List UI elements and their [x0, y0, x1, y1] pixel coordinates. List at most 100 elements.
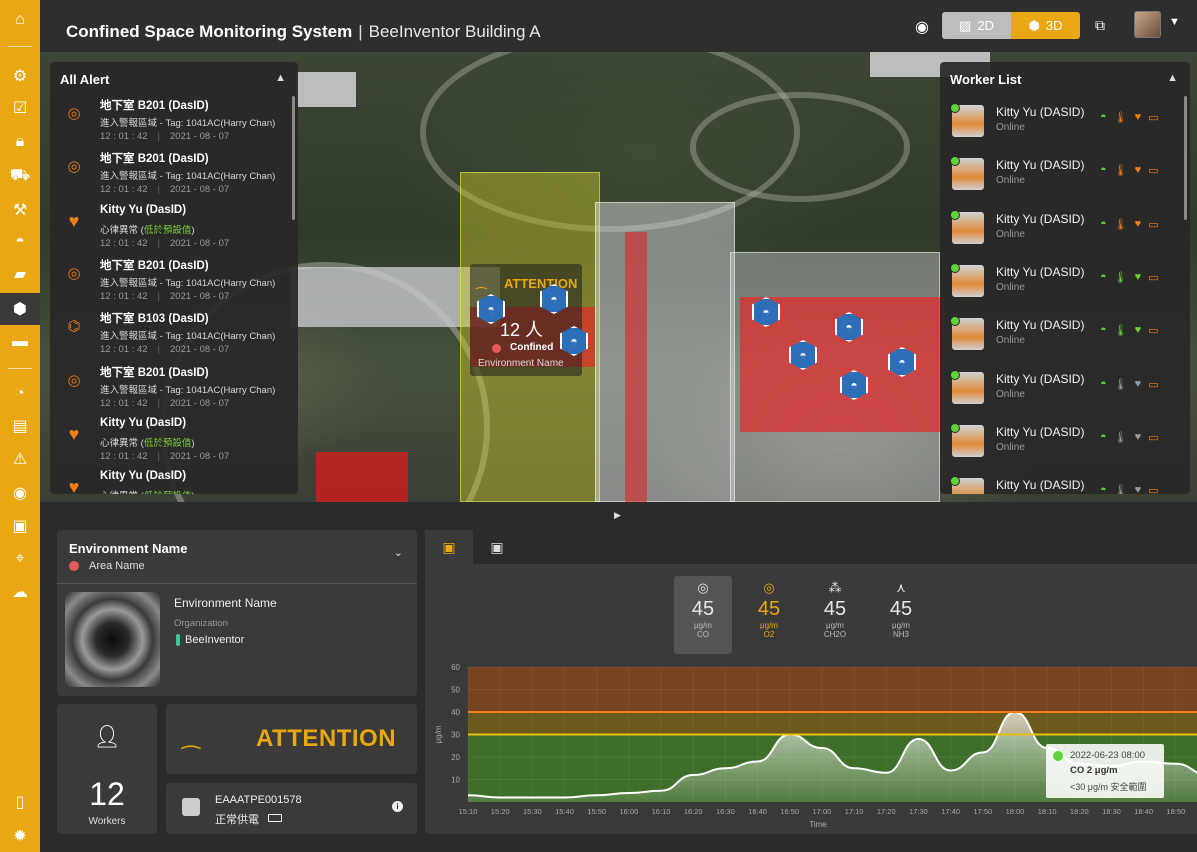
- worker-item[interactable]: Kitty Yu (DASID) Online ◓ 🌡︎ ♥ ▭: [940, 254, 1180, 307]
- external-link-icon[interactable]: ⧉: [1095, 17, 1105, 34]
- worker-item[interactable]: Kitty Yu (DASID) Online ◓ 🌡︎ ♥ ▭: [940, 361, 1180, 414]
- alert-detail: 進入警報區域 - Tag: 1041AC(Harry Chan): [100, 168, 275, 182]
- org-color-bar: [176, 634, 180, 646]
- alert-detail-text: 心律異常 (: [100, 491, 144, 494]
- view-toggle: ▨ 2D ⬢ 3D: [942, 12, 1080, 39]
- online-dot: [950, 262, 960, 273]
- organization-name: BeeInventor: [185, 634, 245, 646]
- monitor-icon[interactable]: ⚙: [0, 60, 40, 92]
- alert-title: 地下室 B201 (DasID): [100, 153, 209, 166]
- chevron-down-icon[interactable]: ▼: [1169, 16, 1180, 28]
- worker-item[interactable]: Kitty Yu (DASID) ◓ 🌡︎ ♥ ▭: [940, 467, 1180, 494]
- environment-card: Environment Name Area Name ⌄ Environment…: [57, 530, 417, 696]
- document-icon[interactable]: ▤: [0, 410, 40, 442]
- lock-icon[interactable]: 🔒︎: [0, 126, 40, 158]
- device-icon: [182, 798, 200, 816]
- y-tick-label: 40: [451, 708, 460, 717]
- alert-item[interactable]: ♥ Kitty Yu (DasID) 心律異常 (低於預設值) 12 : 01 …: [50, 201, 296, 254]
- settings-icon[interactable]: ✹: [0, 820, 40, 852]
- view-3d-button[interactable]: ⬢ 3D: [1011, 12, 1080, 39]
- metric-ch2o[interactable]: ⁂ 45 μg/m CH2O: [806, 576, 864, 654]
- worker-item[interactable]: Kitty Yu (DASID) Online ◓ 🌡︎ ♥ ▭: [940, 201, 1180, 254]
- eye-icon[interactable]: ◉: [912, 17, 932, 37]
- warning-icon[interactable]: ⚠: [0, 443, 40, 475]
- location-icon[interactable]: ⌖: [0, 543, 40, 575]
- tooltip-date: 2022-06-23 08:00: [1070, 750, 1146, 761]
- worker-sensor-icons: ◓ 🌡︎ ♥ ▭: [1100, 324, 1159, 337]
- worker-sensor-icons: ◓ 🌡︎ ♥ ▭: [1100, 218, 1159, 231]
- alert-item[interactable]: ◎ 地下室 B201 (DasID) 進入警報區域 - Tag: 1041AC(…: [50, 147, 296, 200]
- chevron-down-icon[interactable]: ⌄: [394, 546, 403, 559]
- info-icon[interactable]: i: [392, 801, 403, 812]
- metric-nh3[interactable]: ⋏ 45 μg/m NH3: [872, 576, 930, 654]
- metric-name: NH3: [892, 630, 909, 639]
- alert-item[interactable]: ⌬ 地下室 B103 (DasID) 進入警報區域 - Tag: 1041AC(…: [50, 307, 296, 360]
- alert-detail-text: 心律異常 (: [100, 224, 144, 236]
- x-tick-label: 18:20: [1070, 807, 1089, 816]
- crane-icon[interactable]: ⛟: [0, 160, 40, 192]
- metric-o2[interactable]: ◎ 45 μg/m O2: [740, 576, 798, 654]
- avatar[interactable]: [1134, 11, 1161, 38]
- scrollbar[interactable]: [1184, 96, 1187, 220]
- scaffold-icon[interactable]: ⚒: [0, 194, 40, 226]
- alert-detail: 進入警報區域 - Tag: 1041AC(Harry Chan): [100, 115, 275, 129]
- worker-name: Kitty Yu (DASID): [996, 158, 1085, 173]
- battery-icon: ▭: [1148, 378, 1159, 391]
- alert-detail-text: 進入警報區域 - Tag: 1041AC(Harry Chan): [100, 384, 276, 396]
- alert-item[interactable]: ◎ 地下室 B201 (DasID) 進入警報區域 - Tag: 1041AC(…: [50, 94, 296, 147]
- alert-detail-text: 進入警報區域 - Tag: 1041AC(Harry Chan): [100, 277, 276, 289]
- vehicle-icon[interactable]: ▬: [0, 326, 40, 358]
- book-icon[interactable]: ▯: [0, 786, 40, 818]
- person-icon: 👤︎: [93, 724, 121, 749]
- glass-building: [595, 202, 735, 502]
- worker-item[interactable]: Kitty Yu (DASID) Online ◓ 🌡︎ ♥ ▭: [940, 147, 1180, 200]
- alert-detail-text: 心律異常 (: [100, 437, 144, 449]
- helmet-icon[interactable]: ◓: [0, 226, 40, 258]
- chevron-up-icon[interactable]: ▲: [275, 72, 286, 84]
- nh3-icon: ⋏: [896, 580, 906, 595]
- worker-item[interactable]: Kitty Yu (DASID) Online ◓ 🌡︎ ♥ ▭: [940, 414, 1180, 467]
- expand-arrow-icon[interactable]: ▶: [614, 510, 621, 521]
- alert-meta: 12 : 01 : 42 | 2021 - 08 - 07: [100, 238, 229, 249]
- alert-item[interactable]: ♥ Kitty Yu (DasID) 心律異常 (低於預設值): [50, 467, 296, 494]
- metric-co[interactable]: ◎ 45 μg/m CO: [674, 576, 732, 654]
- device-id: EAAATPE001578: [215, 794, 302, 806]
- home-icon[interactable]: ⌂: [0, 4, 40, 36]
- worker-sensor-icons: ◓ 🌡︎ ♥ ▭: [1100, 164, 1159, 177]
- alert-item[interactable]: ♥ Kitty Yu (DasID) 心律異常 (低於預設值) 12 : 01 …: [50, 414, 296, 467]
- battery-icon: ▭: [1148, 431, 1159, 444]
- heart-icon: ♥: [1134, 430, 1142, 443]
- helmet-icon: ◓: [1100, 164, 1107, 177]
- alert-detail-text: 進入警報區域 - Tag: 1041AC(Harry Chan): [100, 118, 276, 129]
- building-icon[interactable]: ▣: [0, 510, 40, 542]
- view-2d-button[interactable]: ▨ 2D: [942, 12, 1011, 39]
- online-dot: [950, 422, 960, 433]
- tab-gas-sensor[interactable]: ▣: [425, 530, 473, 564]
- workers-card: 👤︎ 12 Workers: [57, 704, 157, 834]
- chevron-up-icon[interactable]: ▲: [1167, 72, 1178, 84]
- download-icon[interactable]: ☁: [0, 576, 40, 608]
- tab-device[interactable]: ▣: [473, 530, 521, 564]
- worker-item[interactable]: Kitty Yu (DASID) Online ◓ 🌡︎ ♥ ▭: [940, 94, 1180, 147]
- worker-item[interactable]: Kitty Yu (DASID) Online ◓ 🌡︎ ♥ ▭: [940, 307, 1180, 360]
- worker-name: Kitty Yu (DASID): [996, 264, 1085, 279]
- worker-name: Kitty Yu (DASID): [996, 478, 1085, 493]
- tooltip-dot: [1053, 751, 1063, 761]
- cctv-icon[interactable]: ▰: [0, 258, 40, 290]
- workers-label: Workers: [88, 816, 126, 827]
- divider: [57, 583, 417, 584]
- broadcast-icon[interactable]: ◉: [0, 477, 40, 509]
- helmet-icon: ◓: [1100, 324, 1107, 337]
- alert-detail: 心律異常 (低於預設值): [100, 435, 195, 449]
- chart-icon[interactable]: ◔: [0, 378, 40, 410]
- map-icon: ▨: [959, 17, 972, 33]
- alert-detail-end: ): [191, 437, 195, 449]
- checklist-icon[interactable]: ☑: [0, 92, 40, 124]
- x-tick-label: 15:30: [523, 807, 542, 816]
- alert-item[interactable]: ◎ 地下室 B201 (DasID) 進入警報區域 - Tag: 1041AC(…: [50, 254, 296, 307]
- app-title: Confined Space Monitoring System: [66, 22, 353, 41]
- cube-icon[interactable]: ⬢: [0, 293, 40, 325]
- worker-name: Kitty Yu (DASID): [996, 105, 1085, 119]
- alert-date: 2021 - 08 - 07: [170, 237, 230, 249]
- alert-item[interactable]: ◎ 地下室 B201 (DasID) 進入警報區域 - Tag: 1041AC(…: [50, 361, 296, 414]
